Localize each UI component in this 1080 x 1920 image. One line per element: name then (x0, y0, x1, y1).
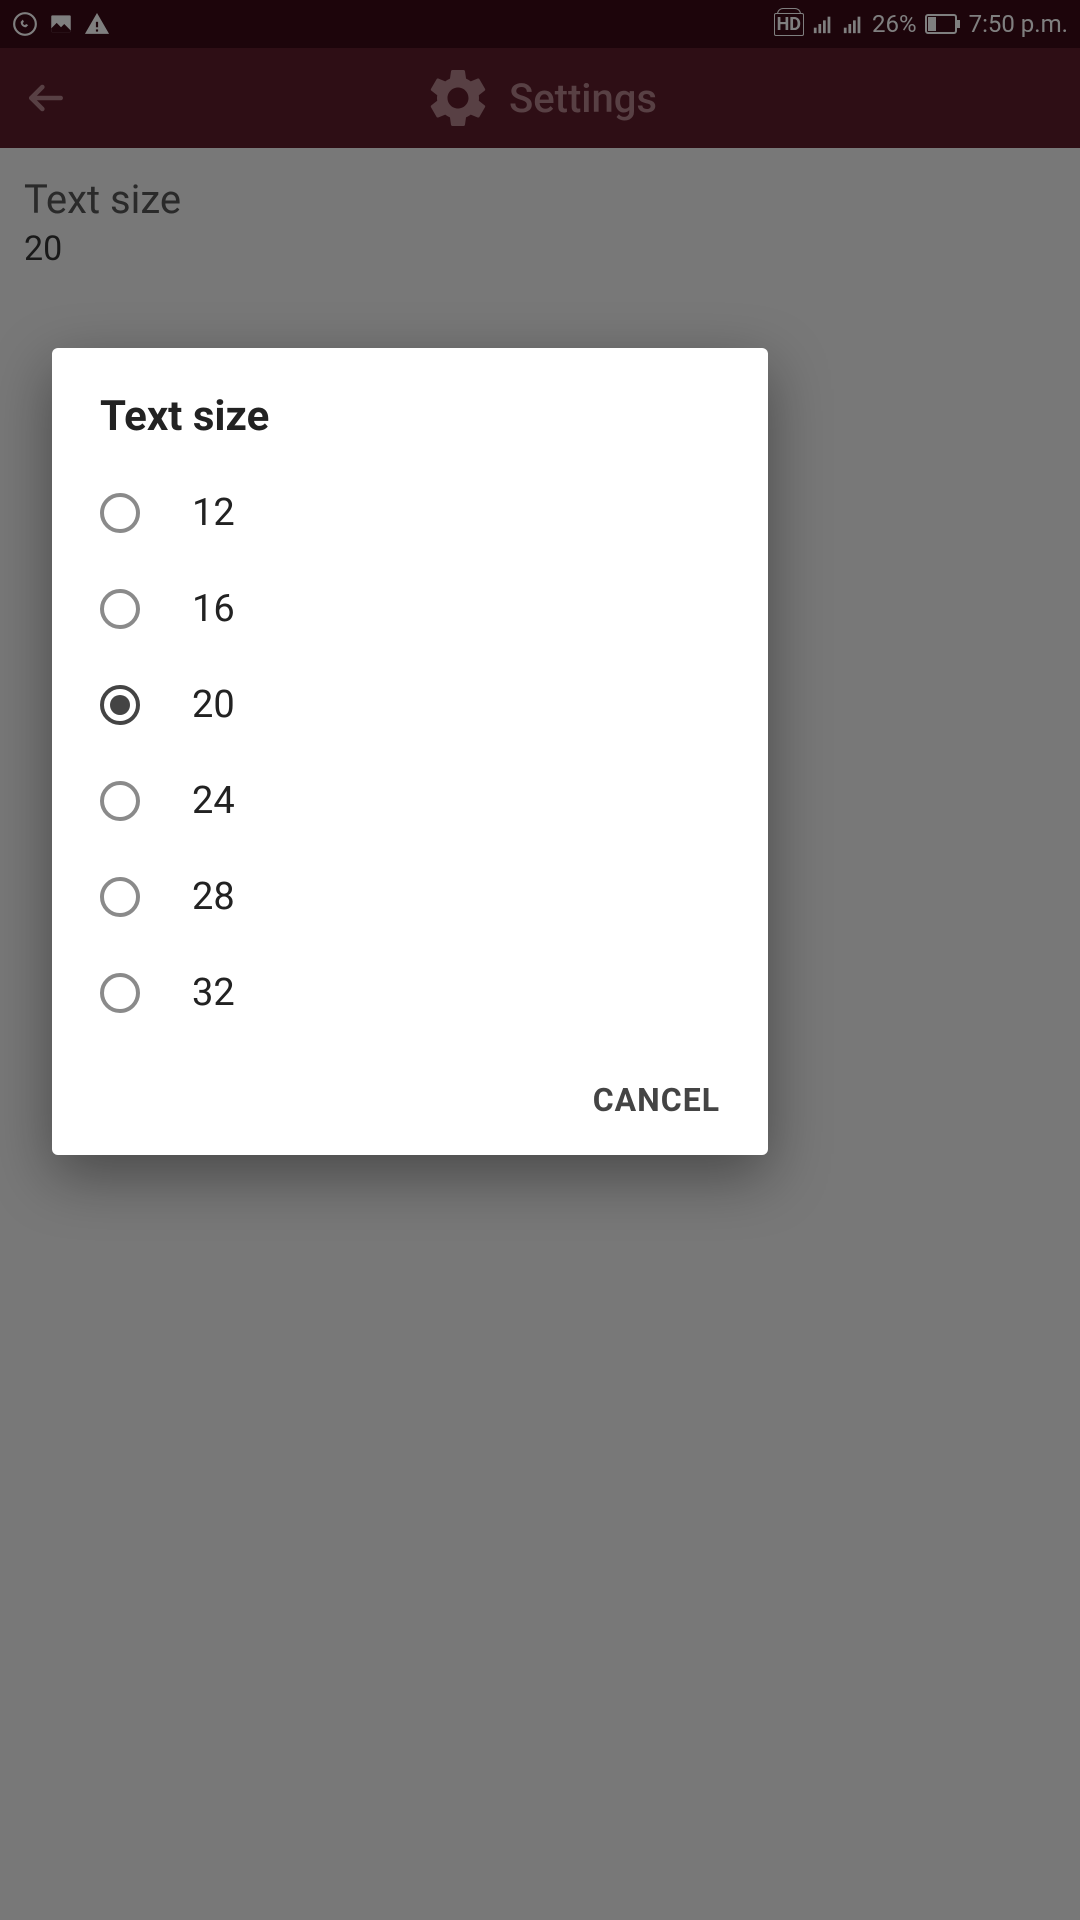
text-size-option-16[interactable]: 16 (52, 561, 768, 657)
text-size-option-20[interactable]: 20 (52, 657, 768, 753)
cancel-button[interactable]: CANCEL (593, 1081, 720, 1119)
text-size-option-32[interactable]: 32 (52, 945, 768, 1041)
radio-icon (100, 781, 140, 821)
dialog-options-list: 12 16 20 24 28 32 (52, 465, 768, 1061)
radio-icon-selected (100, 685, 140, 725)
text-size-option-24[interactable]: 24 (52, 753, 768, 849)
radio-icon (100, 877, 140, 917)
radio-icon (100, 493, 140, 533)
text-size-dialog: Text size 12 16 20 24 28 32 CANCEL (52, 348, 768, 1155)
text-size-option-28[interactable]: 28 (52, 849, 768, 945)
radio-icon (100, 973, 140, 1013)
radio-icon (100, 589, 140, 629)
option-label: 16 (192, 587, 235, 631)
option-label: 20 (192, 683, 235, 727)
option-label: 32 (192, 971, 235, 1015)
option-label: 28 (192, 875, 235, 919)
dialog-title: Text size (52, 348, 768, 465)
dialog-actions: CANCEL (52, 1061, 768, 1131)
option-label: 12 (192, 491, 235, 535)
option-label: 24 (192, 779, 235, 823)
text-size-option-12[interactable]: 12 (52, 465, 768, 561)
